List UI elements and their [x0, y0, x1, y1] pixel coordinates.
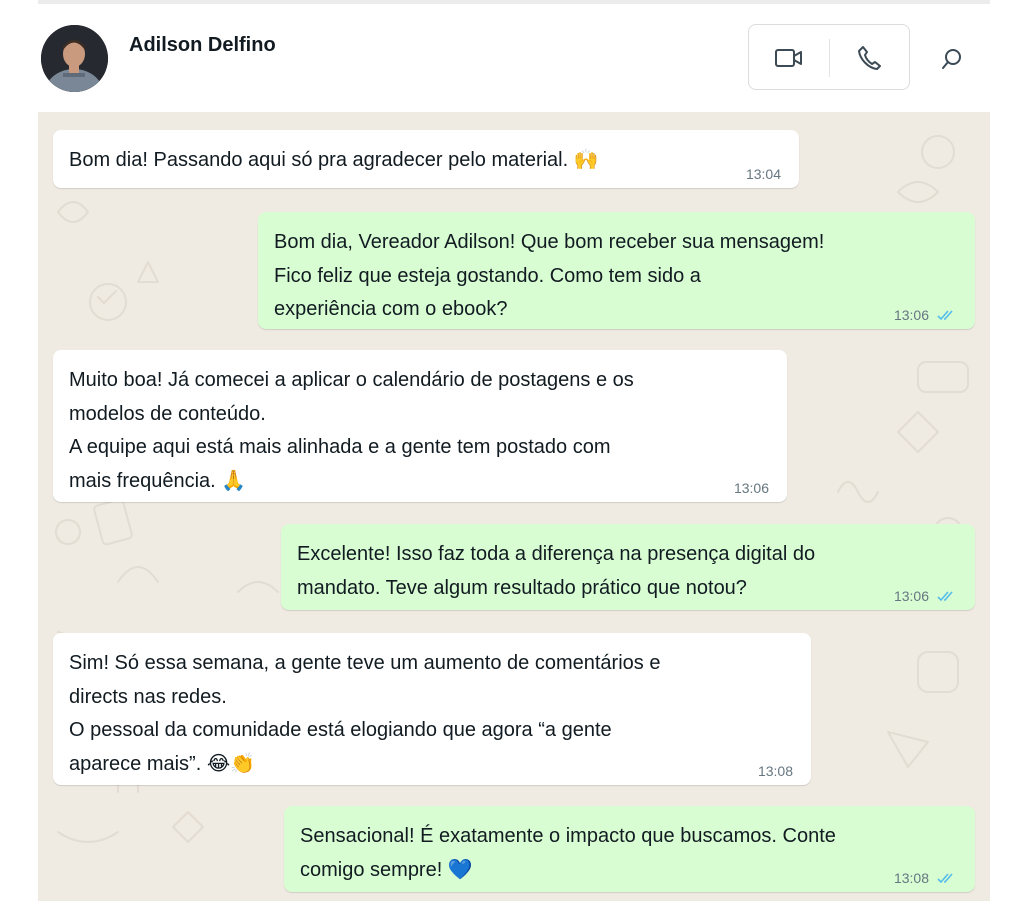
- voice-call-icon: [858, 46, 881, 70]
- contact-avatar[interactable]: [41, 25, 108, 92]
- chat-header: Adilson Delfino: [38, 4, 990, 112]
- call-buttons-group: [748, 24, 910, 90]
- message-text: Bom dia, Vereador Adilson! Que bom receb…: [274, 231, 825, 320]
- message-meta: 13:08: [758, 763, 793, 779]
- message-meta: 13:04: [746, 166, 781, 182]
- chat-area[interactable]: Bom dia! Passando aqui só pra agradecer …: [38, 112, 990, 901]
- message-meta: 13:06: [894, 588, 957, 604]
- message-bubble-outgoing[interactable]: Bom dia, Vereador Adilson! Que bom receb…: [258, 212, 975, 329]
- message-bubble-outgoing[interactable]: Sensacional! É exatamente o impacto que …: [284, 806, 975, 892]
- call-divider: [829, 39, 830, 77]
- message-bubble-incoming[interactable]: Sim! Só essa semana, a gente teve um aum…: [53, 633, 811, 785]
- message-text: Sim! Só essa semana, a gente teve um aum…: [69, 652, 661, 775]
- message-time: 13:08: [757, 763, 793, 779]
- message-meta: 13:06: [894, 307, 957, 323]
- message-text: Sensacional! É exatamente o impacto que …: [300, 825, 836, 881]
- read-receipt-icon: [937, 591, 953, 602]
- message-time: 13:06: [893, 307, 929, 323]
- voice-call-button[interactable]: [849, 42, 889, 74]
- message-text: Excelente! Isso faz toda a diferença na …: [297, 543, 816, 599]
- message-time: 13:06: [893, 588, 929, 604]
- message-bubble-outgoing[interactable]: Excelente! Isso faz toda a diferença na …: [281, 524, 975, 610]
- message-time: 13:04: [745, 166, 781, 182]
- search-button[interactable]: [935, 42, 969, 76]
- message-text: Muito boa! Já comecei a aplicar o calend…: [69, 369, 634, 492]
- read-receipt-icon: [937, 310, 953, 321]
- video-call-button[interactable]: [769, 42, 809, 74]
- message-time: 13:06: [733, 480, 769, 496]
- read-receipt-icon: [937, 873, 953, 884]
- video-call-icon: [775, 49, 802, 67]
- message-meta: 13:06: [734, 480, 769, 496]
- message-bubble-incoming[interactable]: Muito boa! Já comecei a aplicar o calend…: [53, 350, 787, 502]
- message-bubble-incoming[interactable]: Bom dia! Passando aqui só pra agradecer …: [53, 130, 799, 188]
- message-time: 13:08: [893, 870, 929, 886]
- search-icon: [942, 49, 961, 69]
- message-text: Bom dia! Passando aqui só pra agradecer …: [69, 149, 599, 171]
- message-meta: 13:08: [894, 870, 957, 886]
- contact-name[interactable]: Adilson Delfino: [129, 34, 276, 57]
